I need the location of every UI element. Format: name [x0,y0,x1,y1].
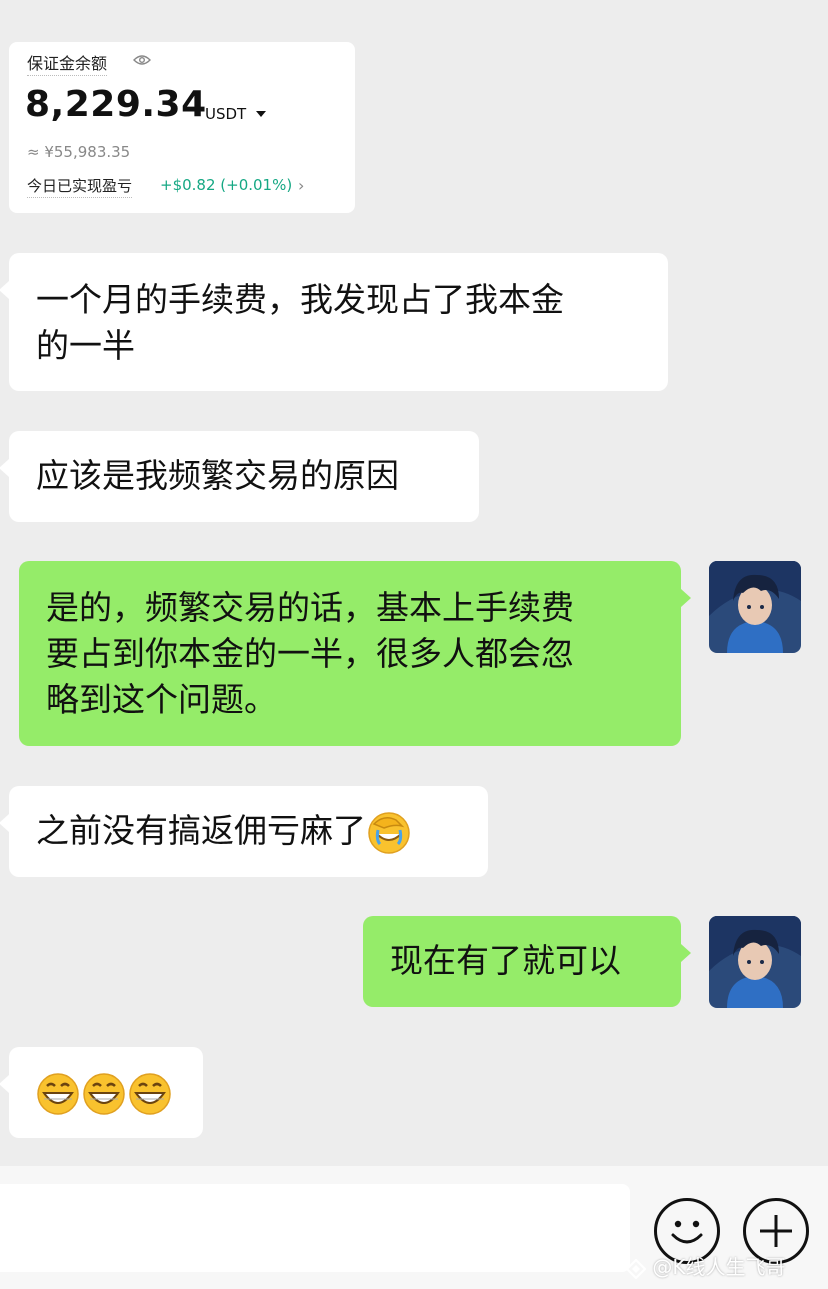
message-bubble-right[interactable]: 是的，频繁交易的话，基本上手续费 要占到你本金的一半，很多人都会忽 略到这个问题… [19,561,691,746]
realized-pnl-value: +$0.82 (+0.01%) [160,176,293,194]
message-text-line: 应该是我频繁交易的原因 [36,456,399,495]
balance-amount: 8,229.34 [25,84,207,125]
message-bubble-left[interactable]: 一个月的手续费，我发现占了我本金 的一半 [0,253,668,391]
realized-pnl-label: 今日已实现盈亏 [27,175,133,198]
message-bubble-left[interactable]: 应该是我频繁交易的原因 [0,431,479,522]
grin-emoji [83,1072,125,1115]
message-text-line: 略到这个问题。 [46,680,277,719]
grin-emoji [129,1072,171,1115]
chevron-right-icon: › [298,176,305,195]
balance-card-message[interactable]: 保证金余额 8,229.34 USDT ≈ ¥55,983.35 今日已实现盈亏… [9,42,355,213]
user-avatar[interactable] [709,916,801,1008]
diamond-logo-icon [625,1258,647,1279]
watermark: @K线人生飞哥 [625,1251,786,1280]
message-text-line: 一个月的手续费，我发现占了我本金 [36,280,564,319]
caret-down-icon [256,111,266,117]
message-text-line: 是的，频繁交易的话，基本上手续费 [46,588,574,627]
grin-emoji [37,1072,79,1115]
margin-balance-label: 保证金余额 [27,50,108,76]
eye-icon [133,55,151,65]
message-bubble-right[interactable]: 现在有了就可以 [363,916,691,1007]
facepalm-laugh-emoji [368,811,410,854]
message-input[interactable] [0,1184,630,1272]
approx-cny-value: ≈ ¥55,983.35 [27,143,131,161]
message-bubble-left[interactable] [0,1047,203,1138]
message-text-line: 之前没有搞返佣亏麻了 [36,811,366,850]
currency-unit: USDT [205,105,247,123]
message-text-line: 要占到你本金的一半，很多人都会忽 [46,634,574,673]
watermark-text: @K线人生飞哥 [652,1255,786,1279]
message-text-line: 的一半 [36,326,135,365]
message-bubble-left[interactable]: 之前没有搞返佣亏麻了 [0,786,488,877]
message-text-line: 现在有了就可以 [390,941,621,980]
user-avatar[interactable] [709,561,801,653]
